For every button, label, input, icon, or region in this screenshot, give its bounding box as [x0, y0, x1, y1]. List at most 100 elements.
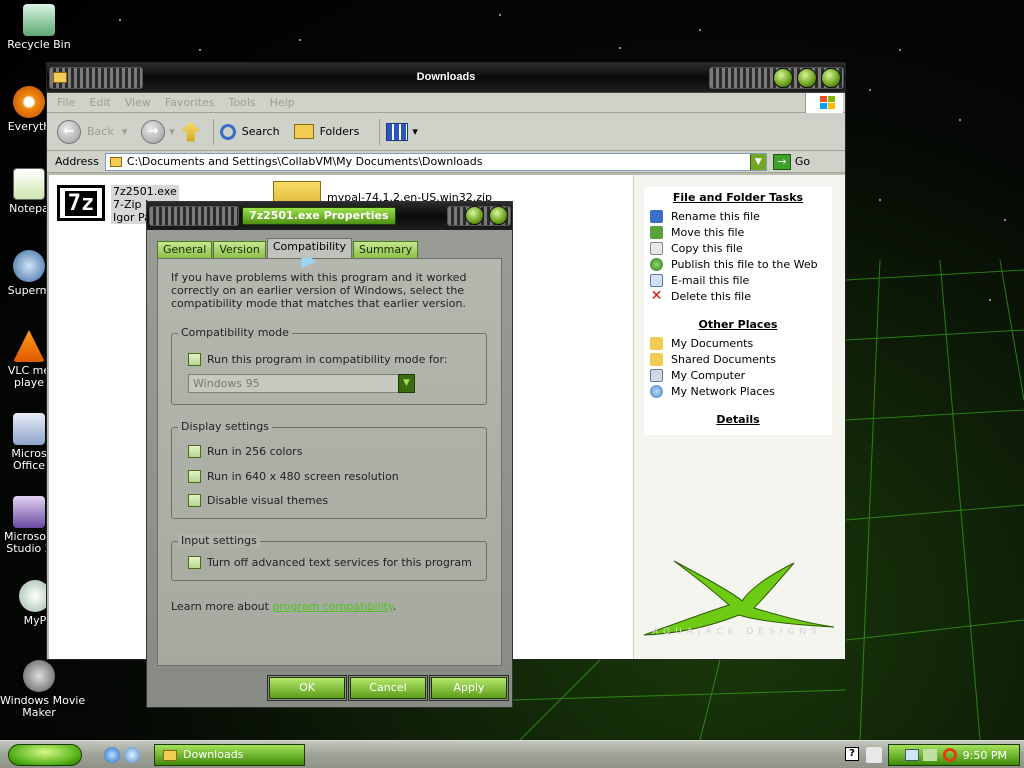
folder-icon — [650, 352, 663, 366]
chevron-down-icon: ▾ — [121, 125, 128, 138]
checkbox-label: Turn off advanced text services for this… — [207, 556, 472, 569]
show-desktop-icon[interactable] — [124, 747, 140, 763]
minimize-button[interactable] — [773, 68, 793, 88]
apply-button[interactable]: Apply — [429, 675, 509, 701]
compatibility-panel: If you have problems with this program a… — [157, 258, 502, 666]
compat-mode-checkbox-row[interactable]: Run this program in compatibility mode f… — [188, 353, 448, 366]
views-button[interactable]: ▾ — [386, 122, 418, 141]
standard-toolbar: ← Back ▾ → ▾ Search Folders ▾ — [47, 113, 845, 151]
help-icon[interactable]: ? — [845, 747, 859, 761]
tab-general[interactable]: General — [157, 241, 213, 258]
task-move[interactable]: Move this file — [644, 224, 832, 240]
chevron-down-icon: ▾ — [412, 125, 418, 138]
menu-edit[interactable]: Edit — [89, 96, 110, 109]
checkbox[interactable] — [188, 445, 201, 458]
tab-compatibility[interactable]: Compatibility — [266, 238, 353, 258]
compat-mode-checkbox[interactable] — [188, 353, 201, 366]
search-button[interactable]: Search — [219, 123, 288, 140]
address-input[interactable]: C:\Documents and Settings\CollabVM\My Do… — [104, 152, 767, 171]
task-copy[interactable]: Copy this file — [644, 240, 832, 256]
checkbox-label: Disable visual themes — [207, 494, 329, 507]
clock[interactable]: 9:50 PM — [963, 749, 1007, 762]
file-name: 7z2501.exe — [113, 185, 177, 198]
compatibility-mode-group: Compatibility mode Run this program in c… — [171, 326, 487, 405]
rename-icon — [650, 209, 663, 223]
group-title: Compatibility mode — [178, 326, 292, 339]
explorer-titlebar[interactable]: Downloads — [47, 63, 845, 93]
task-email[interactable]: E-mail this file — [644, 272, 832, 288]
place-my-computer[interactable]: My Computer — [644, 367, 832, 383]
menu-view[interactable]: View — [125, 96, 151, 109]
search-icon — [219, 123, 236, 140]
menu-file[interactable]: File — [57, 96, 75, 109]
place-my-network-places[interactable]: My Network Places — [644, 383, 832, 399]
place-my-documents[interactable]: My Documents — [644, 335, 832, 351]
other-places-heading[interactable]: Other Places — [644, 318, 832, 331]
up-folder-button[interactable] — [180, 121, 201, 142]
volume-tray-icon[interactable] — [923, 749, 937, 761]
chevron-down-icon[interactable]: ▼ — [398, 374, 415, 393]
task-delete[interactable]: ✕ Delete this file — [644, 288, 832, 304]
computer-icon — [650, 368, 663, 382]
tray-expand-icon[interactable] — [866, 747, 882, 763]
checkbox[interactable] — [188, 556, 201, 569]
dialog-titlebar[interactable]: 7z2501.exe Properties — [147, 202, 512, 230]
tab-summary[interactable]: Summary — [353, 241, 419, 258]
go-arrow-icon: → — [772, 153, 791, 170]
file-folder-tasks-heading[interactable]: File and Folder Tasks — [644, 191, 832, 204]
office-icon — [13, 413, 45, 445]
internet-explorer-icon[interactable] — [104, 747, 120, 763]
learn-suffix: . — [392, 600, 397, 613]
group-title: Input settings — [178, 534, 260, 547]
menu-favorites[interactable]: Favorites — [165, 96, 215, 109]
back-label: Back — [87, 125, 114, 138]
address-bar: Address C:\Documents and Settings\Collab… — [47, 151, 845, 173]
ok-button[interactable]: OK — [267, 675, 347, 701]
task-publish[interactable]: Publish this file to the Web — [644, 256, 832, 272]
desktop-icon-recycle-bin[interactable]: Recycle Bin — [0, 4, 78, 51]
close-button[interactable] — [489, 206, 508, 225]
place-label: My Network Places — [671, 384, 775, 398]
film-reel-icon — [23, 660, 55, 692]
network-icon — [650, 384, 663, 398]
menu-tools[interactable]: Tools — [229, 96, 256, 109]
maximize-button[interactable] — [797, 68, 817, 88]
7zip-icon: 7z — [57, 185, 105, 221]
views-icon — [386, 122, 409, 141]
desktop-icon-movie-maker[interactable]: Windows Movie Maker — [0, 660, 85, 719]
checkbox[interactable] — [188, 494, 201, 507]
go-button[interactable]: → Go — [772, 153, 810, 170]
forward-button[interactable]: → ▾ — [141, 119, 175, 144]
folders-button[interactable]: Folders — [293, 124, 368, 139]
search-tray-icon[interactable] — [943, 748, 957, 762]
tab-version[interactable]: Version — [213, 241, 266, 258]
task-rename[interactable]: Rename this file — [644, 208, 832, 224]
network-tray-icon[interactable] — [905, 749, 919, 761]
details-heading[interactable]: Details — [644, 413, 832, 426]
taskbar-button-downloads[interactable]: Downloads — [154, 744, 305, 766]
compat-mode-select[interactable]: Windows 95 ▼ — [188, 374, 415, 393]
close-button[interactable] — [821, 68, 841, 88]
branding-text: AQUAJACK DESIGNS — [652, 627, 822, 637]
help-button[interactable] — [465, 206, 484, 225]
option-text-services[interactable]: Turn off advanced text services for this… — [188, 556, 472, 569]
program-compatibility-link[interactable]: program compatibility — [272, 600, 392, 613]
search-label: Search — [241, 125, 280, 138]
start-button[interactable] — [8, 744, 82, 766]
chevron-down-icon: ▾ — [169, 125, 175, 138]
place-label: My Documents — [671, 336, 754, 350]
checkbox-label: Run in 640 x 480 screen resolution — [207, 470, 399, 483]
option-640x480[interactable]: Run in 640 x 480 screen resolution — [188, 470, 399, 483]
task-pane: File and Folder Tasks Rename this file M… — [633, 175, 845, 659]
place-shared-documents[interactable]: Shared Documents — [644, 351, 832, 367]
menu-help[interactable]: Help — [270, 96, 295, 109]
back-button[interactable]: ← Back ▾ — [57, 119, 128, 144]
back-arrow-icon: ← — [57, 119, 81, 144]
option-disable-themes[interactable]: Disable visual themes — [188, 494, 328, 507]
address-dropdown-button[interactable]: ▼ — [749, 153, 766, 170]
task-label: Publish this file to the Web — [671, 257, 818, 271]
menu-bar: File Edit View Favorites Tools Help — [47, 93, 845, 113]
cancel-button[interactable]: Cancel — [348, 675, 428, 701]
checkbox[interactable] — [188, 470, 201, 483]
option-256-colors[interactable]: Run in 256 colors — [188, 445, 302, 458]
